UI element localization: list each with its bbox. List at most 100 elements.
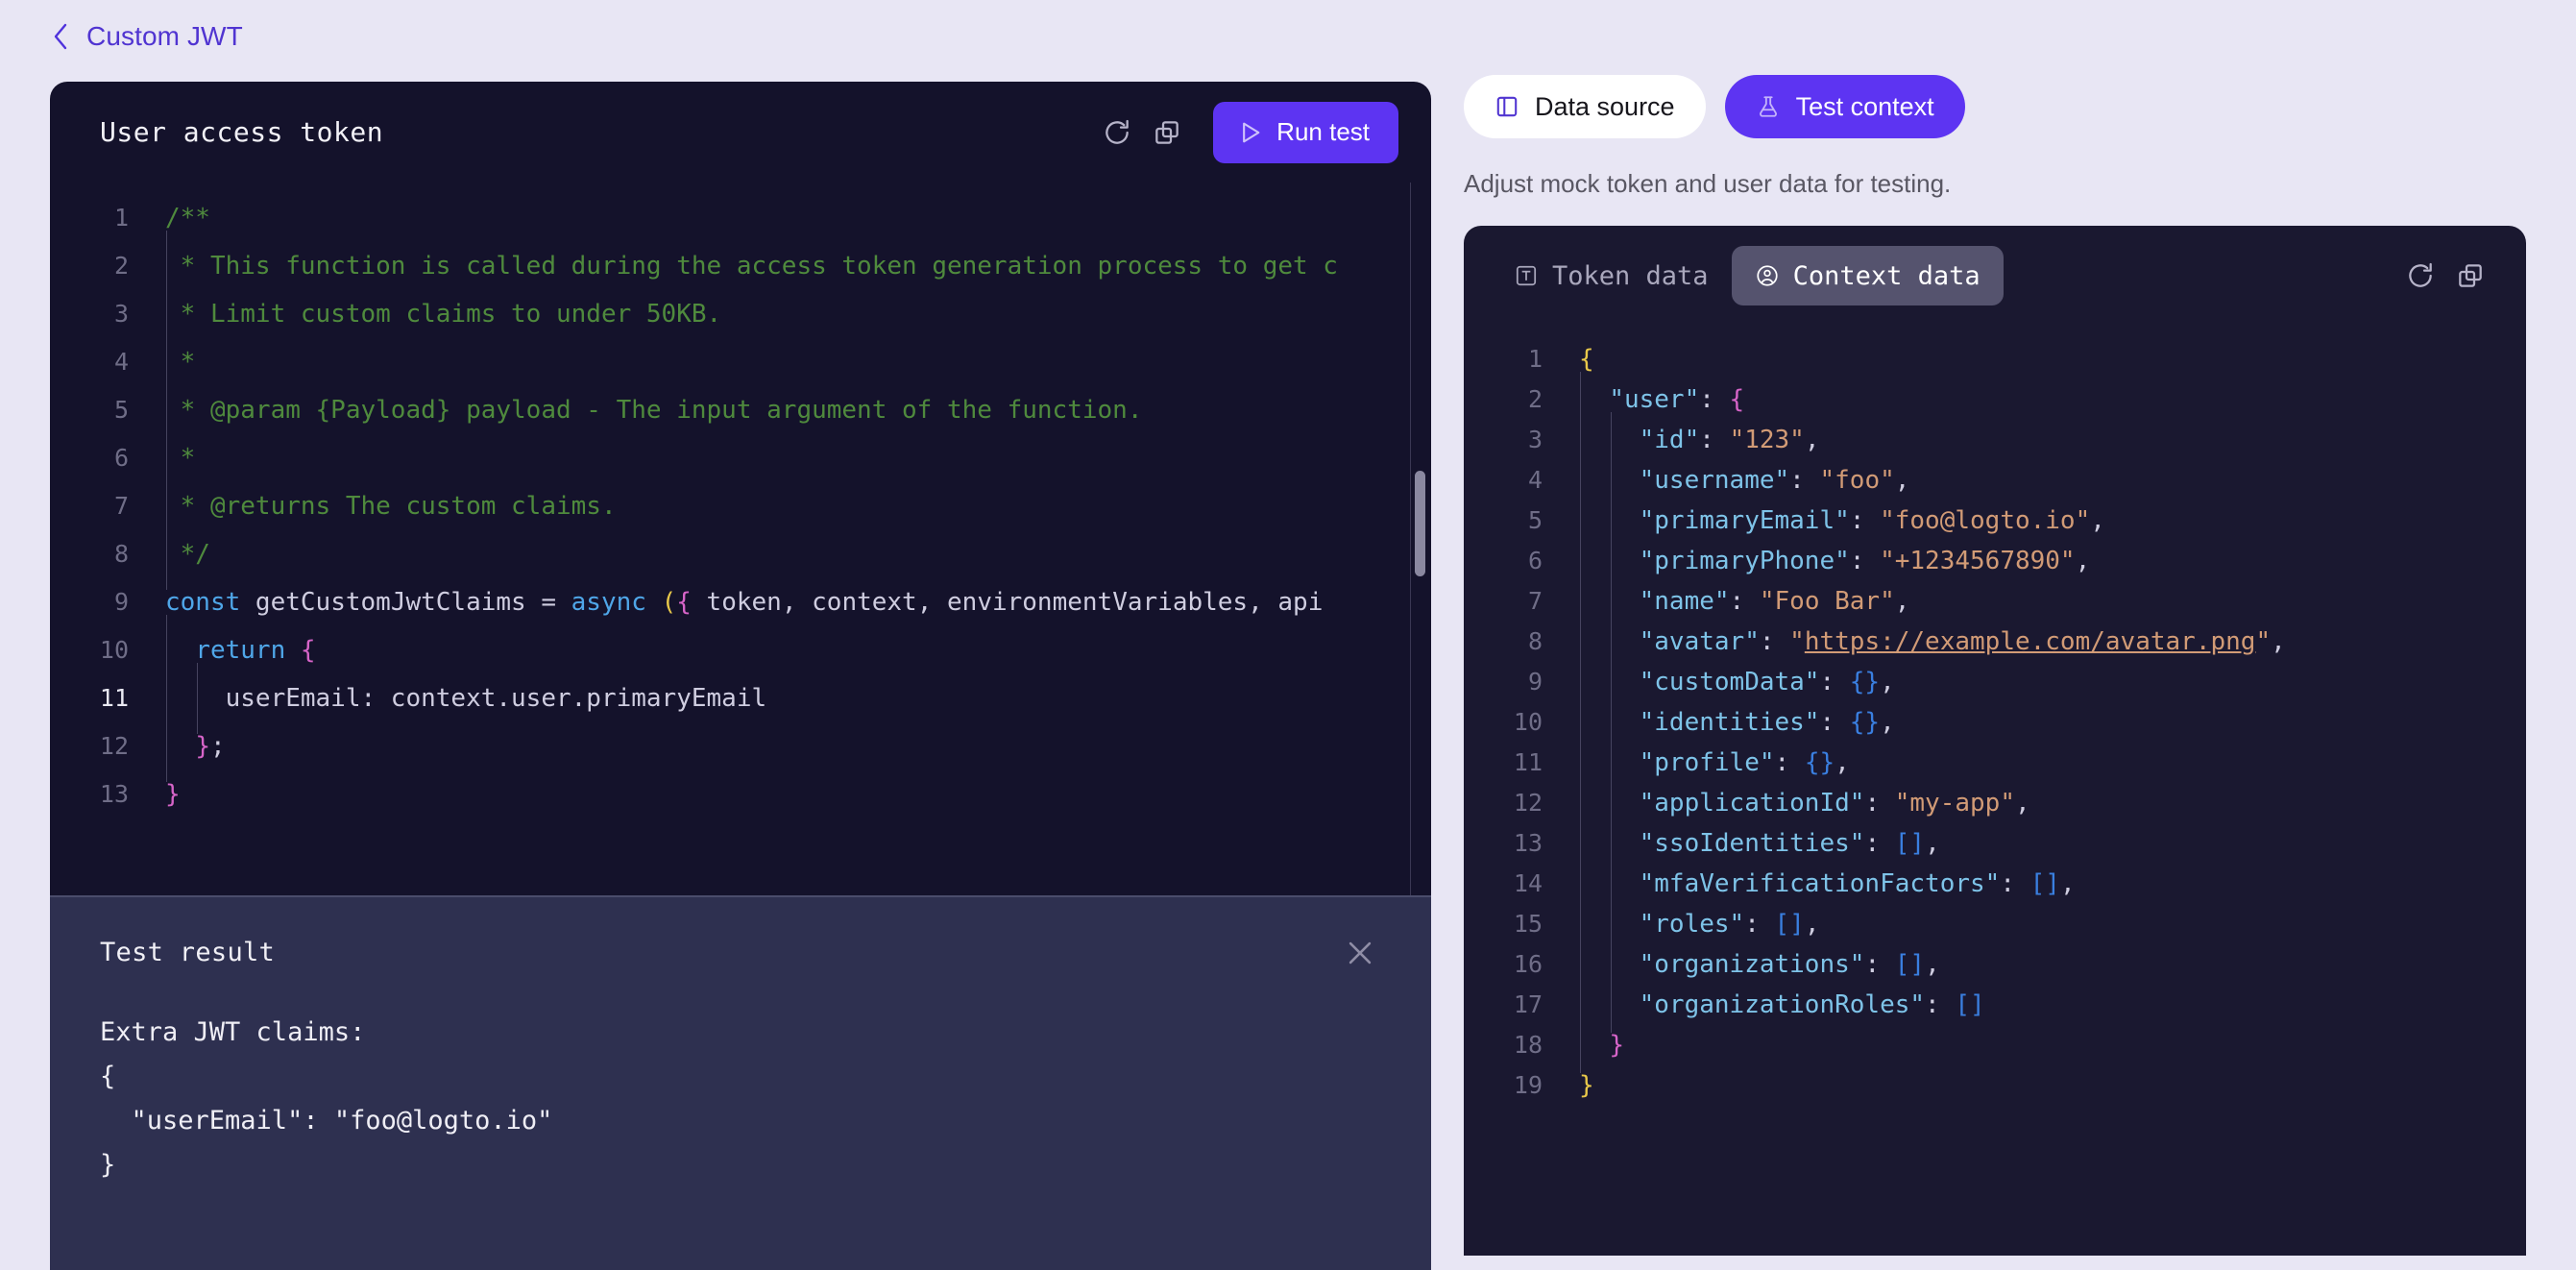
code-line-text: * @param {Payload} payload - The input a… <box>158 386 1142 434</box>
test-result-title: Test result <box>100 938 1339 967</box>
json-line: 16 "organizations": [], <box>1464 944 2526 985</box>
line-number: 12 <box>1464 783 1571 823</box>
json-line-text: "organizations": [], <box>1571 944 1940 985</box>
test-result-header: Test result <box>100 938 1381 974</box>
tab-context-data-label: Context data <box>1793 261 1981 291</box>
json-line-text: "customData": {}, <box>1571 662 1895 702</box>
json-line: 3 "id": "123", <box>1464 420 2526 460</box>
line-number: 7 <box>1464 581 1571 622</box>
line-number: 4 <box>50 338 158 386</box>
code-editor-card: User access token Run test 1/**2 * This … <box>50 82 1431 1270</box>
json-line: 14 "mfaVerificationFactors": [], <box>1464 864 2526 904</box>
json-line-text: "identities": {}, <box>1571 702 1895 743</box>
code-line: 11 userEmail: context.user.primaryEmail <box>50 674 1431 722</box>
json-line-text: "user": { <box>1571 379 1744 420</box>
code-line: 1/** <box>50 194 1431 242</box>
json-line: 11 "profile": {}, <box>1464 743 2526 783</box>
code-line: 4 * <box>50 338 1431 386</box>
json-line-text: } <box>1571 1065 1594 1106</box>
tab-data-source[interactable]: Data source <box>1464 75 1706 138</box>
json-line-text: { <box>1571 339 1594 379</box>
json-line-text: "roles": [], <box>1571 904 1819 944</box>
code-line: 5 * @param {Payload} payload - The input… <box>50 386 1431 434</box>
json-line: 10 "identities": {}, <box>1464 702 2526 743</box>
breadcrumb-label[interactable]: Custom JWT <box>86 21 243 52</box>
editor-scrollbar-thumb[interactable] <box>1415 471 1425 576</box>
json-line: 5 "primaryEmail": "foo@logto.io", <box>1464 501 2526 541</box>
code-line: 12 }; <box>50 722 1431 770</box>
context-data-card: Token data Context data <box>1464 226 2526 1256</box>
line-number: 15 <box>1464 904 1571 944</box>
code-line-text: * <box>158 338 195 386</box>
flask-icon <box>1756 94 1781 119</box>
code-line: 6 * <box>50 434 1431 482</box>
tab-context-data[interactable]: Context data <box>1732 246 2004 305</box>
line-number: 8 <box>1464 622 1571 662</box>
json-lines[interactable]: 1{2 "user": {3 "id": "123",4 "username":… <box>1464 326 2526 1106</box>
context-tabs: Data source Test context <box>1464 75 2526 138</box>
code-line: 10 return { <box>50 626 1431 674</box>
json-line-text: "ssoIdentities": [], <box>1571 823 1940 864</box>
line-number: 11 <box>50 674 158 722</box>
json-line: 6 "primaryPhone": "+1234567890", <box>1464 541 2526 581</box>
token-t-icon <box>1514 263 1539 288</box>
line-number: 13 <box>50 770 158 818</box>
editor-title: User access token <box>100 116 1092 148</box>
code-line: 13} <box>50 770 1431 818</box>
json-line-text: "primaryEmail": "foo@logto.io", <box>1571 501 2105 541</box>
line-number: 7 <box>50 482 158 530</box>
json-line-text: "mfaVerificationFactors": [], <box>1571 864 2076 904</box>
code-line: 2 * This function is called during the a… <box>50 242 1431 290</box>
line-number: 18 <box>1464 1025 1571 1065</box>
line-number: 12 <box>50 722 158 770</box>
tab-token-data[interactable]: Token data <box>1491 246 1732 305</box>
json-line-text: "name": "Foo Bar", <box>1571 581 1909 622</box>
json-line-text: } <box>1571 1025 1624 1065</box>
refresh-icon[interactable] <box>1092 108 1142 158</box>
line-number: 16 <box>1464 944 1571 985</box>
test-result-body: Extra JWT claims: { "userEmail": "foo@lo… <box>100 1011 1381 1187</box>
line-number: 9 <box>50 578 158 626</box>
code-line-text: * <box>158 434 195 482</box>
run-test-button[interactable]: Run test <box>1213 102 1398 163</box>
json-line-text: "applicationId": "my-app", <box>1571 783 2030 823</box>
json-line: 4 "username": "foo", <box>1464 460 2526 501</box>
json-line-text: "primaryPhone": "+1234567890", <box>1571 541 2090 581</box>
json-line: 8 "avatar": "https://example.com/avatar.… <box>1464 622 2526 662</box>
json-line-text: "id": "123", <box>1571 420 1820 460</box>
json-line: 9 "customData": {}, <box>1464 662 2526 702</box>
line-number: 8 <box>50 530 158 578</box>
json-line-text: "organizationRoles": [] <box>1571 985 1985 1025</box>
copy-icon[interactable] <box>2445 251 2495 301</box>
json-line: 19} <box>1464 1065 2526 1106</box>
code-lines: 1/**2 * This function is called during t… <box>50 183 1431 818</box>
code-area[interactable]: 1/**2 * This function is called during t… <box>50 183 1431 895</box>
json-line: 15 "roles": [], <box>1464 904 2526 944</box>
chevron-left-icon[interactable] <box>50 22 71 51</box>
editor-toolbar: User access token Run test <box>50 82 1431 183</box>
json-line: 7 "name": "Foo Bar", <box>1464 581 2526 622</box>
line-number: 5 <box>50 386 158 434</box>
right-column: Data source Test context Adjust mock tok… <box>1464 75 2526 1256</box>
line-number: 6 <box>50 434 158 482</box>
copy-icon[interactable] <box>1142 108 1192 158</box>
line-number: 14 <box>1464 864 1571 904</box>
code-line: 3 * Limit custom claims to under 50KB. <box>50 290 1431 338</box>
user-circle-icon <box>1755 263 1780 288</box>
line-number: 2 <box>1464 379 1571 420</box>
line-number: 13 <box>1464 823 1571 864</box>
line-number: 3 <box>1464 420 1571 460</box>
json-line: 13 "ssoIdentities": [], <box>1464 823 2526 864</box>
line-number: 11 <box>1464 743 1571 783</box>
refresh-icon[interactable] <box>2395 251 2445 301</box>
tab-test-context[interactable]: Test context <box>1725 75 1965 138</box>
data-tabs: Token data Context data <box>1464 226 2526 326</box>
play-icon <box>1236 119 1263 146</box>
test-result-panel: Test result Extra JWT claims: { "userEma… <box>50 895 1431 1270</box>
code-line-text: }; <box>158 722 226 770</box>
line-number: 6 <box>1464 541 1571 581</box>
code-line-text: * This function is called during the acc… <box>158 242 1338 290</box>
close-icon[interactable] <box>1339 932 1381 974</box>
code-line-text: return { <box>158 626 316 674</box>
code-line-text: */ <box>158 530 210 578</box>
